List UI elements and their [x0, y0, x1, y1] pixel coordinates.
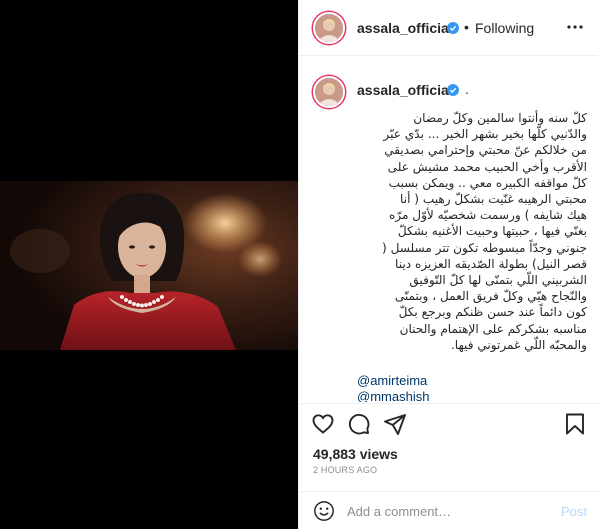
- caption-username[interactable]: assala_official: [357, 82, 453, 98]
- caption-line: كلّ سنه وأنتوا سالمين وكلّ رمضان: [413, 111, 587, 125]
- caption-suffix: .: [465, 81, 469, 97]
- mention-link[interactable]: @mmashish: [357, 389, 429, 402]
- share-icon[interactable]: [383, 412, 407, 436]
- caption-line: والدّنيي كلّها بخير بشهر الخير ... بدّي …: [383, 127, 587, 142]
- following-button[interactable]: Following: [475, 20, 534, 36]
- caption-line: والمحبّه اللّي غمرتوني فيها.: [450, 337, 587, 352]
- caption-line: كلّ مواقفه الكبيره معي .. ويمكن بسبب: [388, 175, 587, 190]
- caption-line: الشربيني اللّي بتمنّى لها كلّ التّوفيق: [409, 273, 587, 288]
- caption-line: مناسبه بشكركم على الإهتمام والحنان: [399, 321, 587, 336]
- more-icon[interactable]: [563, 15, 587, 39]
- view-count[interactable]: 49,883 views: [313, 446, 398, 462]
- caption-line: هيك شايفه ) ورسمت شخصيّه لأوّل مرّه: [388, 208, 587, 223]
- post-timestamp[interactable]: 2 HOURS AGO: [313, 465, 377, 475]
- comment-input[interactable]: [347, 502, 547, 520]
- emoji-icon[interactable]: [313, 500, 335, 522]
- caption-line: والنّجاح هيّي وكلّ فريق العمل ، وبتمنّى: [394, 289, 587, 304]
- caption-line: كون دائماً عند حسن ظنكم وبرجع بكلّ: [398, 305, 587, 320]
- caption-line: بغنّي فيها ، حبيتها وحبيت الأغنيه بشكلّ: [397, 224, 587, 239]
- verified-icon: [447, 84, 459, 96]
- mention-link[interactable]: @amirteima: [357, 373, 427, 388]
- heart-icon[interactable]: [311, 412, 335, 436]
- caption-area: assala_official . كلّ سنه وأنتوا سالمين …: [299, 57, 598, 402]
- verified-icon: [447, 22, 459, 34]
- caption-line: محبتي الرهيبه غنّيت بشكلّ رهيب ( أنا: [400, 192, 587, 207]
- post-media[interactable]: [0, 0, 298, 529]
- caption-line: قصر النيل) بطولة الصّديقه العزيزه دينا: [395, 256, 587, 271]
- post-sidebar: assala_official • Following assala_offic…: [298, 0, 598, 529]
- avatar[interactable]: [313, 12, 345, 44]
- caption-line: من خلالكم عنّ محبتي وإحترامي بصديقي: [384, 143, 587, 158]
- caption-avatar[interactable]: [313, 76, 345, 108]
- caption-text: كلّ سنه وأنتوا سالمين وكلّ رمضان والدّني…: [335, 110, 587, 353]
- caption-line: الأقرب وأخي الحبيب محمد مشيش على: [387, 159, 587, 174]
- separator-dot: •: [464, 19, 469, 35]
- bookmark-icon[interactable]: [563, 412, 587, 436]
- header-username[interactable]: assala_official: [357, 20, 453, 36]
- post-header: assala_official • Following: [299, 0, 598, 56]
- comment-bar: Post: [299, 491, 598, 529]
- caption-line: جنوني وجدّاً مبسوطه تكون تتر مسلسل (: [382, 240, 587, 255]
- post-comment-button[interactable]: Post: [561, 504, 587, 519]
- comment-icon[interactable]: [347, 412, 371, 436]
- post-dialog: assala_official • Following assala_offic…: [0, 0, 598, 529]
- post-image: [0, 181, 298, 350]
